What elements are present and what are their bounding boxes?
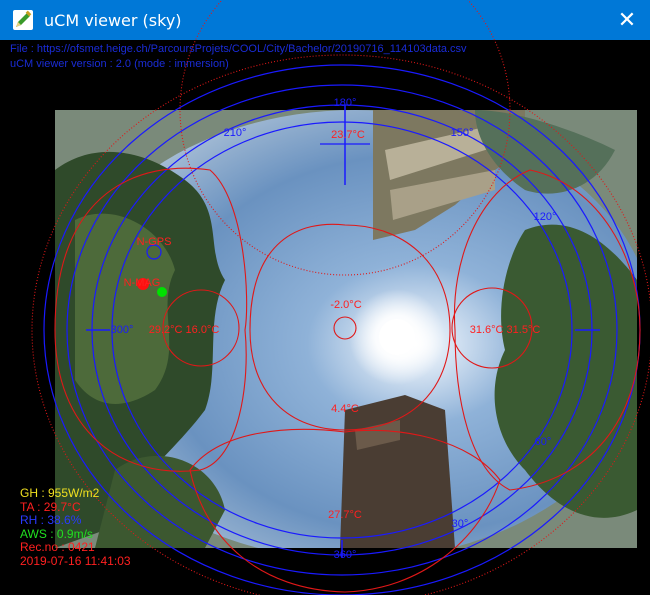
temp-below-sun: 4.4°C: [331, 403, 359, 415]
ucm-viewer-window: uCM viewer (sky) ✕ File : https://ofsmet…: [0, 0, 650, 595]
n-gps-label: N-GPS: [137, 236, 172, 248]
aws-value: AWS : 0.9m/s: [20, 526, 93, 541]
compass-210: 210°: [224, 127, 247, 139]
temp-center: -2.0°C: [330, 299, 361, 311]
sensor-readout: GH : 955W/m2 TA : 29.7°C RH : 38.6% AWS …: [20, 486, 131, 568]
compass-60: 60°: [535, 436, 552, 448]
center-region: [249, 223, 451, 431]
compass-180: 180°: [334, 97, 357, 109]
compass-360: 360°: [334, 549, 357, 561]
temp-top: 23.7°C: [331, 129, 365, 141]
temp-bottom: 27.7°C: [328, 509, 362, 521]
compass-150: 150°: [451, 127, 474, 139]
n-mag-label: N-MAG: [124, 277, 161, 289]
rh-value: RH : 38.6%: [20, 513, 82, 527]
compass-30: 30°: [452, 518, 469, 530]
temp-left: 29.2°C 16.0°C: [149, 324, 220, 336]
datetime-value: 2019-07-16 11:41:03: [20, 553, 131, 568]
rec-no-value: Rec.no : 0421: [20, 540, 95, 554]
ta-value: TA : 29.7°C: [20, 499, 81, 514]
temp-right: 31.6°C 31.5°C: [470, 324, 541, 336]
compass-300: 300°: [111, 324, 134, 336]
compass-120: 120°: [534, 211, 557, 223]
gh-value: GH : 955W/m2: [20, 486, 100, 500]
center-small-circle: [333, 316, 357, 340]
